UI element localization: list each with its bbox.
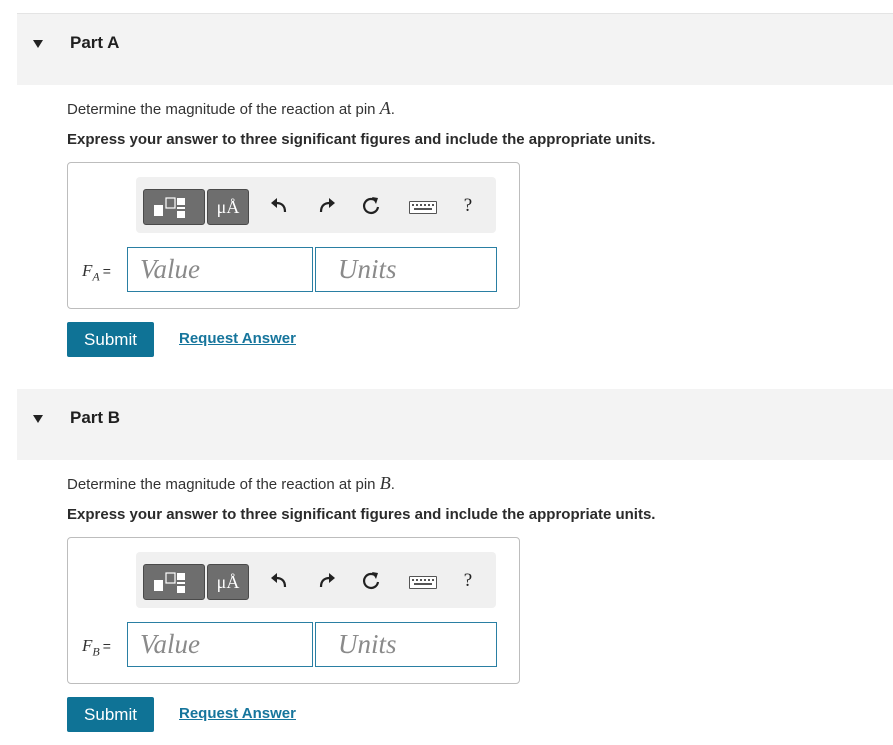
answer-label: FB = bbox=[82, 636, 111, 659]
undo-icon[interactable] bbox=[264, 189, 294, 223]
keyboard-icon[interactable] bbox=[409, 201, 437, 214]
question-text: Determine the magnitude of the reaction … bbox=[67, 476, 380, 493]
keyboard-icon[interactable] bbox=[409, 576, 437, 589]
units-input[interactable] bbox=[315, 622, 497, 667]
question-text: Determine the magnitude of the reaction … bbox=[67, 101, 380, 118]
value-input[interactable] bbox=[127, 247, 313, 292]
units-input[interactable] bbox=[315, 247, 497, 292]
redo-icon[interactable] bbox=[312, 189, 342, 223]
question-variable: B bbox=[379, 473, 391, 493]
submit-button[interactable]: Submit bbox=[67, 322, 154, 357]
collapse-caret-icon[interactable] bbox=[33, 415, 43, 423]
collapse-caret-icon[interactable] bbox=[33, 40, 43, 48]
part-a-title: Part A bbox=[70, 33, 120, 52]
part-b-title: Part B bbox=[70, 408, 121, 427]
math-toolbar: μÅ ? bbox=[136, 177, 496, 233]
templates-button[interactable] bbox=[143, 189, 205, 225]
submit-button[interactable]: Submit bbox=[67, 697, 154, 732]
units-button[interactable]: μÅ bbox=[207, 564, 249, 600]
question-suffix: . bbox=[390, 476, 395, 493]
part-a-answer-box: μÅ ? FA = bbox=[67, 162, 520, 309]
math-toolbar: μÅ ? bbox=[136, 552, 496, 608]
part-a-header[interactable] bbox=[17, 14, 893, 85]
templates-button[interactable] bbox=[143, 564, 205, 600]
request-answer-link[interactable]: Request Answer bbox=[179, 330, 296, 347]
part-a-instruction: Express your answer to three significant… bbox=[67, 131, 656, 148]
request-answer-link[interactable]: Request Answer bbox=[179, 705, 296, 722]
answer-label: FA = bbox=[82, 261, 111, 284]
redo-icon[interactable] bbox=[312, 564, 342, 598]
question-suffix: . bbox=[390, 101, 395, 118]
part-b-instruction: Express your answer to three significant… bbox=[67, 506, 656, 523]
value-input[interactable] bbox=[127, 622, 313, 667]
part-b-answer-box: μÅ ? FB = bbox=[67, 537, 520, 684]
help-icon[interactable]: ? bbox=[458, 189, 478, 223]
undo-icon[interactable] bbox=[264, 564, 294, 598]
reset-icon[interactable] bbox=[356, 564, 386, 598]
part-a-question: Determine the magnitude of the reaction … bbox=[67, 98, 395, 119]
question-variable: A bbox=[379, 98, 391, 118]
templates-icon bbox=[154, 572, 185, 593]
help-icon[interactable]: ? bbox=[458, 564, 478, 598]
units-button[interactable]: μÅ bbox=[207, 189, 249, 225]
templates-icon bbox=[154, 197, 185, 218]
reset-icon[interactable] bbox=[356, 189, 386, 223]
part-b-question: Determine the magnitude of the reaction … bbox=[67, 473, 395, 494]
part-b-header[interactable] bbox=[17, 389, 893, 460]
